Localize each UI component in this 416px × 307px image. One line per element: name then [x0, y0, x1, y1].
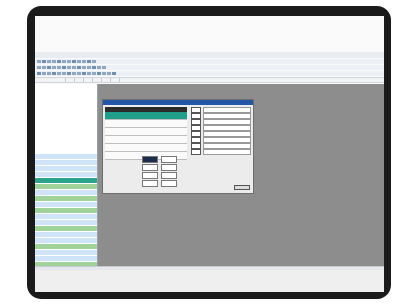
setting-row	[105, 171, 251, 179]
toolbar-button[interactable]	[77, 60, 81, 63]
toolbar-button[interactable]	[42, 60, 46, 63]
setting-row	[105, 163, 251, 171]
toolbar-button[interactable]	[47, 60, 51, 63]
setting-input[interactable]	[161, 171, 177, 179]
toolbar-button[interactable]	[57, 60, 61, 63]
setting-input[interactable]	[142, 163, 158, 171]
toolbar-button[interactable]	[62, 60, 66, 63]
toolbar-button[interactable]	[92, 72, 96, 75]
toolbar-button[interactable]	[82, 60, 86, 63]
toolbar-button[interactable]	[72, 60, 76, 63]
taskbar-area	[35, 270, 384, 292]
tab[interactable]	[59, 78, 66, 82]
toolbar-button[interactable]	[77, 72, 81, 75]
table-row[interactable]	[105, 128, 187, 136]
toolbar-button[interactable]	[72, 72, 76, 75]
window-titlebar	[35, 52, 384, 58]
table-cell	[132, 112, 159, 119]
tree-item[interactable]	[35, 124, 97, 129]
setting-input[interactable]	[161, 163, 177, 171]
toolbar-3	[35, 71, 384, 76]
setting-row	[105, 155, 251, 163]
toolbar-button[interactable]	[37, 60, 41, 63]
tab[interactable]	[68, 78, 75, 82]
toolbar-button[interactable]	[67, 72, 71, 75]
toolbar-button[interactable]	[102, 66, 106, 69]
dialog-title	[103, 100, 253, 105]
setting-input[interactable]	[142, 155, 158, 163]
table-cell	[105, 120, 132, 127]
toolbar-button[interactable]	[102, 72, 106, 75]
toolbar-button[interactable]	[47, 66, 51, 69]
toolbar-button[interactable]	[77, 66, 81, 69]
toolbar-button[interactable]	[62, 72, 66, 75]
table-cell	[132, 136, 159, 143]
toolbar-button[interactable]	[37, 72, 41, 75]
toolbar-button[interactable]	[67, 60, 71, 63]
dialog-bottom-fields	[105, 155, 251, 187]
toolbar-button[interactable]	[57, 72, 61, 75]
toolbar-button[interactable]	[37, 66, 41, 69]
toolbar-button[interactable]	[97, 72, 101, 75]
toolbar-button[interactable]	[92, 66, 96, 69]
toolbar-button[interactable]	[52, 72, 56, 75]
toolbar-button[interactable]	[87, 60, 91, 63]
toolbar-button[interactable]	[72, 66, 76, 69]
setting-input[interactable]	[142, 171, 158, 179]
table-cell	[132, 120, 159, 127]
table-row[interactable]	[105, 112, 187, 120]
toolbar-button[interactable]	[112, 72, 116, 75]
tab[interactable]	[95, 78, 102, 82]
table-row[interactable]	[105, 136, 187, 144]
toolbar-button[interactable]	[92, 60, 96, 63]
table-cell	[105, 136, 132, 143]
table-cell	[132, 128, 159, 135]
properties-dialog	[102, 99, 254, 194]
toolbar-button[interactable]	[42, 72, 46, 75]
table-row[interactable]	[105, 120, 187, 128]
dialog-right-fields	[191, 107, 251, 155]
toolbar-button[interactable]	[57, 66, 61, 69]
toolbar-1	[35, 59, 384, 64]
screen	[35, 16, 384, 292]
toolbar-button[interactable]	[87, 66, 91, 69]
signal-list	[35, 154, 98, 274]
table-cell	[160, 120, 187, 127]
setting-input[interactable]	[161, 155, 177, 163]
table-cell	[105, 128, 132, 135]
setting-row	[105, 179, 251, 187]
table-cell	[160, 128, 187, 135]
toolbar-button[interactable]	[107, 72, 111, 75]
document-tabs	[35, 77, 384, 83]
table-cell	[132, 144, 159, 151]
tab[interactable]	[77, 78, 84, 82]
setting-input[interactable]	[142, 179, 158, 187]
toolbar-button[interactable]	[82, 66, 86, 69]
toolbar-button[interactable]	[42, 66, 46, 69]
toolbar-button[interactable]	[52, 66, 56, 69]
toolbar-button[interactable]	[52, 60, 56, 63]
toolbar-button[interactable]	[47, 72, 51, 75]
tab[interactable]	[104, 78, 111, 82]
toolbar-button[interactable]	[97, 66, 101, 69]
table-cell	[105, 112, 132, 119]
setting-input[interactable]	[161, 179, 177, 187]
toolbar-button[interactable]	[62, 66, 66, 69]
table-cell	[160, 144, 187, 151]
toolbar-2	[35, 65, 384, 70]
toolbar-button[interactable]	[82, 72, 86, 75]
table-cell	[160, 112, 187, 119]
dialog-table-body	[105, 112, 187, 160]
table-cell	[160, 136, 187, 143]
ok-button[interactable]	[234, 185, 250, 190]
toolbar-button[interactable]	[87, 72, 91, 75]
toolbar-button[interactable]	[67, 66, 71, 69]
tab[interactable]	[86, 78, 93, 82]
dialog-table	[105, 107, 187, 160]
table-cell	[105, 144, 132, 151]
project-tree	[35, 84, 98, 154]
tab[interactable]	[113, 78, 120, 82]
table-row[interactable]	[105, 144, 187, 152]
